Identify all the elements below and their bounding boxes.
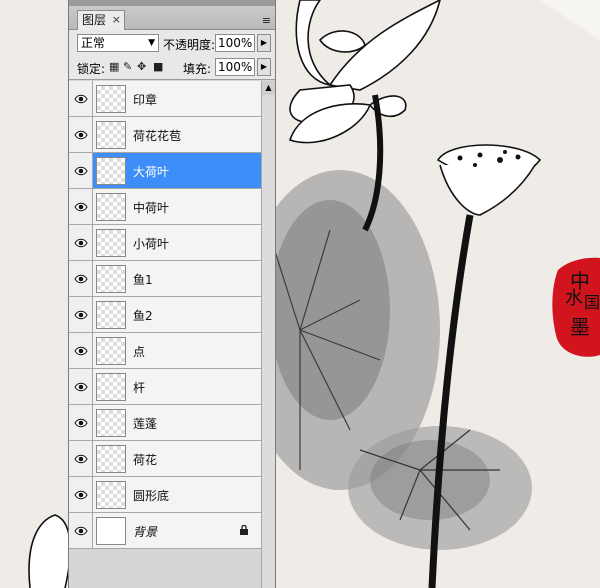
visibility-eye-icon[interactable] bbox=[69, 297, 93, 332]
visibility-eye-icon[interactable] bbox=[69, 117, 93, 152]
visibility-eye-icon[interactable] bbox=[69, 441, 93, 476]
layer-thumbnail[interactable] bbox=[96, 121, 126, 149]
tab-layers[interactable]: 图层 × bbox=[77, 10, 125, 30]
layer-name[interactable]: 大荷叶 bbox=[133, 163, 169, 180]
layer-name[interactable]: 中荷叶 bbox=[133, 199, 169, 216]
svg-text:墨: 墨 bbox=[570, 315, 590, 339]
layer-name[interactable]: 小荷叶 bbox=[133, 235, 169, 252]
lock-all-icon[interactable]: ■ bbox=[153, 60, 163, 73]
lock-move-icon[interactable]: ✥ bbox=[137, 60, 146, 73]
layer-name[interactable]: 印章 bbox=[133, 91, 157, 108]
layer-thumbnail[interactable] bbox=[96, 445, 126, 473]
panel-titlebar[interactable]: 图层 × ≡ bbox=[69, 0, 275, 30]
close-icon[interactable]: × bbox=[112, 11, 121, 29]
layer-thumbnail[interactable] bbox=[96, 157, 126, 185]
layers-panel: 图层 × ≡ 正常 ▼ 不透明度: 100% ▶ 锁定: ▦ ✎ ✥ ■ 填充:… bbox=[68, 0, 276, 588]
layer-thumbnail[interactable] bbox=[96, 193, 126, 221]
layer-row[interactable]: 鱼2 bbox=[69, 297, 261, 333]
blend-mode-select[interactable]: 正常 ▼ bbox=[77, 34, 159, 52]
visibility-eye-icon[interactable] bbox=[69, 369, 93, 404]
fill-input[interactable]: 100% bbox=[215, 58, 255, 76]
layer-row[interactable]: 点 bbox=[69, 333, 261, 369]
opacity-arrow-button[interactable]: ▶ bbox=[257, 34, 271, 52]
layer-row[interactable]: 荷花花苞 bbox=[69, 117, 261, 153]
layer-list-scrollbar[interactable]: ▲ bbox=[261, 81, 275, 588]
panel-menu-icon[interactable]: ≡ bbox=[262, 14, 271, 27]
layer-thumbnail[interactable] bbox=[96, 265, 126, 293]
layer-thumbnail[interactable] bbox=[96, 85, 126, 113]
layer-thumbnail[interactable] bbox=[96, 517, 126, 545]
fill-arrow-button[interactable]: ▶ bbox=[257, 58, 271, 76]
svg-text:国: 国 bbox=[584, 293, 600, 312]
visibility-eye-icon[interactable] bbox=[69, 189, 93, 224]
visibility-eye-icon[interactable] bbox=[69, 81, 93, 116]
layer-thumbnail[interactable] bbox=[96, 337, 126, 365]
visibility-eye-icon[interactable] bbox=[69, 225, 93, 260]
layer-thumbnail[interactable] bbox=[96, 481, 126, 509]
fill-label: 填充: bbox=[183, 62, 212, 76]
layer-row[interactable]: 中荷叶 bbox=[69, 189, 261, 225]
lock-row: 锁定: ▦ ✎ ✥ ■ 填充: 100% ▶ bbox=[69, 56, 275, 80]
layer-thumbnail[interactable] bbox=[96, 373, 126, 401]
layer-row[interactable]: 杆 bbox=[69, 369, 261, 405]
opacity-label: 不透明度: bbox=[163, 38, 216, 52]
layer-row[interactable]: 小荷叶 bbox=[69, 225, 261, 261]
layer-thumbnail[interactable] bbox=[96, 409, 126, 437]
layer-name[interactable]: 圆形底 bbox=[133, 487, 169, 504]
layer-list: 印章荷花花苞大荷叶中荷叶小荷叶鱼1 鱼2 点杆莲蓬荷花圆形底背景 bbox=[69, 81, 261, 549]
chevron-down-icon: ▼ bbox=[148, 38, 155, 48]
svg-text:水: 水 bbox=[565, 288, 583, 309]
lock-label: 锁定: bbox=[77, 62, 106, 76]
lock-transparency-icon[interactable]: ▦ bbox=[109, 60, 119, 73]
visibility-eye-icon[interactable] bbox=[69, 261, 93, 296]
blend-row: 正常 ▼ 不透明度: 100% ▶ bbox=[69, 30, 275, 56]
layer-name[interactable]: 鱼1 bbox=[133, 271, 153, 288]
layer-lock-icon bbox=[239, 524, 249, 538]
visibility-eye-icon[interactable] bbox=[69, 153, 93, 188]
tab-layers-label: 图层 bbox=[82, 13, 107, 27]
layer-row[interactable]: 圆形底 bbox=[69, 477, 261, 513]
panel-grip-strip[interactable] bbox=[69, 0, 275, 6]
opacity-input[interactable]: 100% bbox=[215, 34, 255, 52]
layer-name[interactable]: 背景 bbox=[133, 523, 157, 540]
visibility-eye-icon[interactable] bbox=[69, 477, 93, 512]
layer-name[interactable]: 莲蓬 bbox=[133, 415, 157, 432]
layer-thumbnail[interactable] bbox=[96, 229, 126, 257]
lock-paint-icon[interactable]: ✎ bbox=[123, 60, 132, 73]
layer-name[interactable]: 荷花花苞 bbox=[133, 127, 181, 144]
layer-row[interactable]: 大荷叶 bbox=[69, 153, 261, 189]
visibility-eye-icon[interactable] bbox=[69, 405, 93, 440]
layer-row[interactable]: 背景 bbox=[69, 513, 261, 549]
visibility-eye-icon[interactable] bbox=[69, 513, 93, 548]
layer-row[interactable]: 荷花 bbox=[69, 441, 261, 477]
layer-name[interactable]: 鱼2 bbox=[133, 307, 153, 324]
layer-row[interactable]: 莲蓬 bbox=[69, 405, 261, 441]
seal-stamp-art: 中 国 水 墨 bbox=[552, 257, 600, 357]
layer-row[interactable]: 鱼1 bbox=[69, 261, 261, 297]
layer-thumbnail[interactable] bbox=[96, 301, 126, 329]
blend-mode-value: 正常 bbox=[81, 36, 106, 50]
scroll-up-icon[interactable]: ▲ bbox=[262, 81, 275, 95]
layer-name[interactable]: 点 bbox=[133, 343, 145, 360]
visibility-eye-icon[interactable] bbox=[69, 333, 93, 368]
layer-name[interactable]: 荷花 bbox=[133, 451, 157, 468]
layer-row[interactable]: 印章 bbox=[69, 81, 261, 117]
layer-name[interactable]: 杆 bbox=[133, 379, 145, 396]
